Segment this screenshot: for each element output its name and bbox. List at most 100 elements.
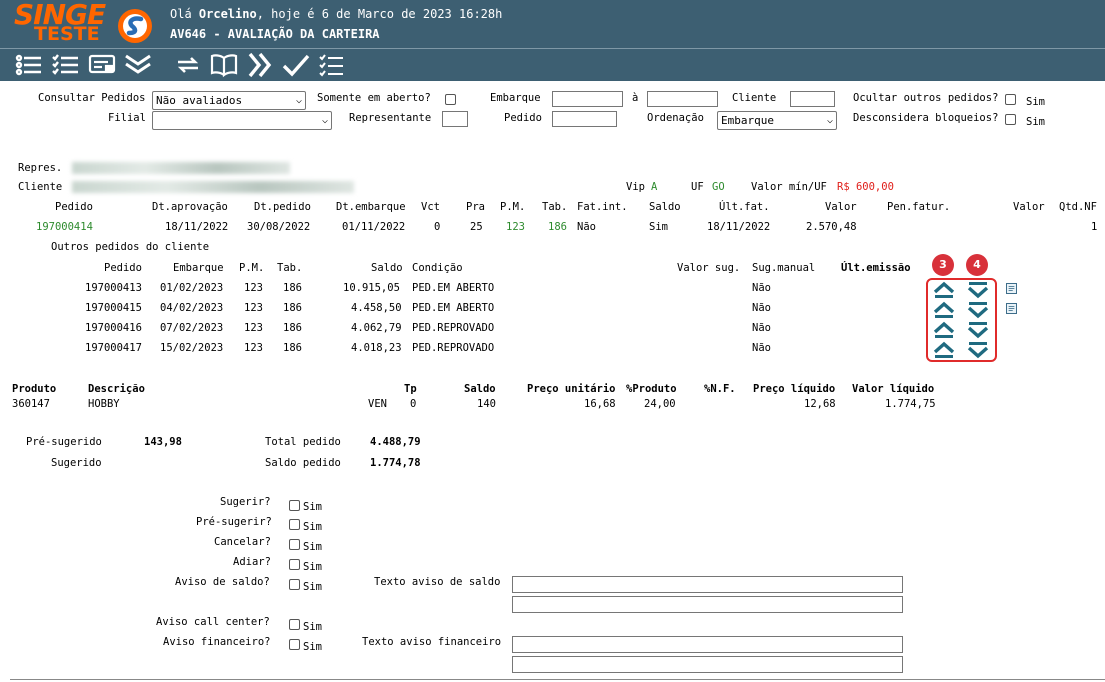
embarque-label: Embarque: [490, 92, 541, 104]
table-cell: 123: [244, 282, 263, 294]
adiar-checkbox[interactable]: [289, 559, 300, 570]
pre-sugerir-checkbox[interactable]: [289, 519, 300, 530]
col-header: Fat.int.: [577, 201, 628, 213]
aviso-saldo-checkbox[interactable]: [289, 579, 300, 590]
sugerir-checkbox[interactable]: [289, 500, 300, 511]
pedido-filter-label: Pedido: [504, 112, 542, 124]
embarque-to-input[interactable]: [647, 91, 718, 107]
representante-input[interactable]: [442, 111, 468, 127]
vip-value: A: [651, 181, 658, 193]
table-cell: 186: [283, 342, 302, 354]
ordenacao-select[interactable]: Embarque ⌵: [717, 111, 837, 130]
table-cell: 18/11/2022: [707, 221, 771, 233]
aviso-fin-label: Aviso financeiro?: [163, 636, 271, 648]
sim-label: Sim: [303, 641, 322, 653]
col-header: Tp: [404, 383, 417, 395]
chevron-down-icon: ⌵: [826, 115, 833, 126]
table-cell: 186: [283, 282, 302, 294]
desconsidera-checkbox[interactable]: [1005, 114, 1016, 125]
filial-label: Filial: [108, 112, 146, 124]
user-name: Orcelino: [198, 7, 257, 21]
texto-aviso-fin-input-2[interactable]: [512, 656, 903, 673]
table-cell: Sim: [649, 221, 668, 233]
col-header: Pra: [466, 201, 485, 213]
move-up-icon[interactable]: [933, 341, 955, 359]
table-cell: 1: [1091, 221, 1098, 233]
col-header: Tab.: [542, 201, 568, 213]
table-cell: PED.EM ABERTO: [412, 282, 495, 294]
aviso-fin-checkbox[interactable]: [289, 639, 300, 650]
move-up-icon[interactable]: [933, 281, 955, 299]
sim-label: Sim: [303, 621, 322, 633]
ocultar-checkbox[interactable]: [1005, 94, 1016, 105]
refresh-icon[interactable]: [174, 52, 202, 78]
embarque-from-input[interactable]: [552, 91, 623, 107]
list-icon[interactable]: [14, 52, 42, 78]
cliente-input[interactable]: [790, 91, 835, 107]
texto-aviso-saldo-input-2[interactable]: [512, 596, 903, 613]
move-down-icon[interactable]: [967, 341, 989, 359]
col-header: Sug.manual: [752, 262, 816, 274]
task-list-icon[interactable]: [318, 52, 346, 78]
table-cell: Não: [752, 302, 771, 314]
table-cell: 01/02/2023: [160, 282, 224, 294]
double-chevron-right-icon[interactable]: [246, 52, 274, 78]
book-icon[interactable]: [210, 52, 238, 78]
col-header: Valor líquido: [852, 383, 935, 395]
table-cell: 18/11/2022: [165, 221, 229, 233]
pedido-link[interactable]: 197000414: [36, 221, 93, 233]
move-up-icon[interactable]: [933, 301, 955, 319]
checkmark-icon[interactable]: [282, 52, 310, 78]
pre-sugerido-label: Pré-sugerido: [26, 436, 102, 448]
texto-aviso-saldo-input-1[interactable]: [512, 576, 903, 593]
texto-aviso-fin-input-1[interactable]: [512, 636, 903, 653]
document-icon[interactable]: [1006, 303, 1017, 314]
table-cell: 186: [283, 302, 302, 314]
col-header: Condição: [412, 262, 463, 274]
bottom-divider: [10, 679, 1105, 680]
table-cell: 197000415: [85, 302, 142, 314]
pre-sugerido-value: 143,98: [144, 436, 182, 448]
table-cell: VEN: [368, 398, 387, 410]
col-header: Pen.fatur.: [887, 201, 951, 213]
logo-icon: [118, 9, 152, 43]
table-cell: 123: [244, 322, 263, 334]
table-cell: PED.EM ABERTO: [412, 302, 495, 314]
filial-select[interactable]: ⌵: [152, 111, 332, 130]
page-title: AV646 - AVALIAÇÃO DA CARTEIRA: [170, 27, 380, 41]
chevron-down-icon: ⌵: [321, 115, 328, 126]
consultar-select[interactable]: Não avaliados ⌵: [152, 91, 306, 110]
col-header: Valor sug.: [677, 262, 741, 274]
checklist-icon[interactable]: [51, 52, 79, 78]
move-up-icon[interactable]: [933, 321, 955, 339]
repres-label: Repres.: [18, 162, 63, 174]
table-cell: 12,68: [804, 398, 836, 410]
sugerir-label: Sugerir?: [220, 496, 271, 508]
texto-aviso-saldo-label: Texto aviso de saldo: [374, 576, 501, 588]
total-pedido-value: 4.488,79: [370, 436, 421, 448]
double-chevron-down-icon[interactable]: [124, 52, 152, 78]
pedido-input[interactable]: [552, 111, 617, 127]
table-cell: 123: [506, 221, 525, 233]
table-cell: 186: [283, 322, 302, 334]
move-down-icon[interactable]: [967, 321, 989, 339]
card-icon[interactable]: [88, 52, 116, 78]
move-down-icon[interactable]: [967, 281, 989, 299]
somente-checkbox[interactable]: [445, 94, 456, 105]
move-down-icon[interactable]: [967, 301, 989, 319]
saldo-pedido-value: 1.774,78: [370, 457, 421, 469]
table-cell: HOBBY: [88, 398, 120, 410]
desconsidera-label: Desconsidera bloqueios?: [853, 112, 999, 124]
table-cell: Não: [752, 342, 771, 354]
table-cell: 1.774,75: [885, 398, 936, 410]
app-header: SINGE TESTE Olá Orcelino, hoje é 6 de Ma…: [0, 0, 1105, 48]
cancelar-checkbox[interactable]: [289, 539, 300, 550]
somente-label: Somente em aberto?: [317, 92, 431, 104]
greeting: Olá Orcelino, hoje é 6 de Marco de 2023 …: [170, 7, 503, 21]
adiar-label: Adiar?: [233, 556, 271, 568]
other-orders-title: Outros pedidos do cliente: [51, 241, 210, 253]
sim-label: Sim: [303, 501, 322, 513]
aviso-call-checkbox[interactable]: [289, 619, 300, 630]
document-icon[interactable]: [1006, 283, 1017, 294]
table-cell: 04/02/2023: [160, 302, 224, 314]
